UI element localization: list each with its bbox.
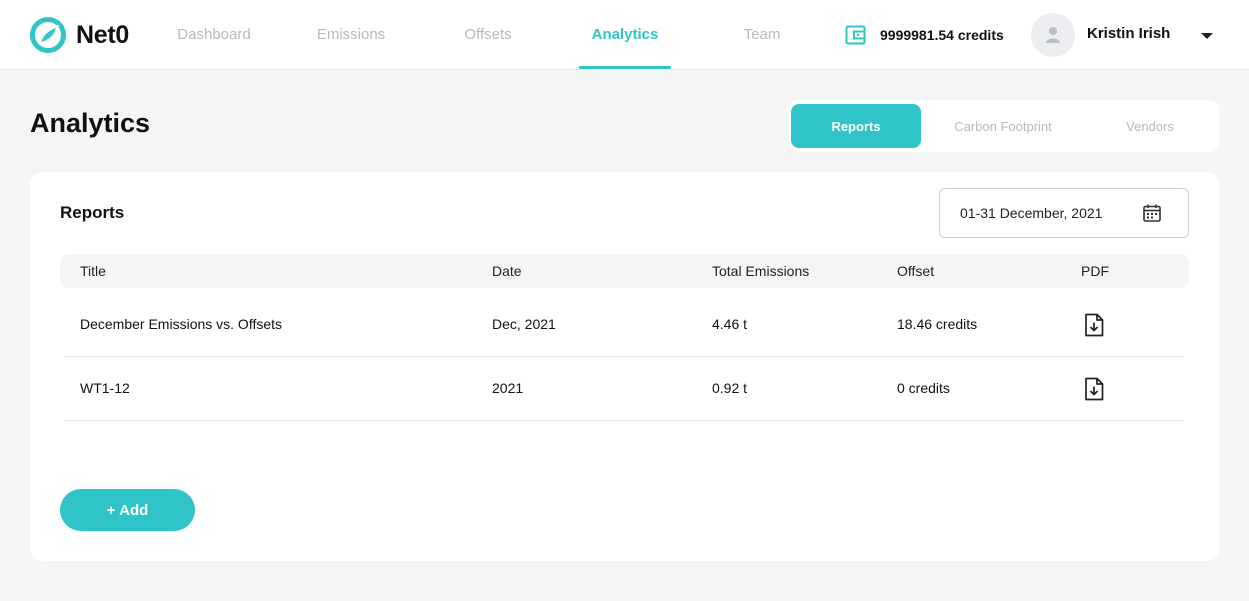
user-name[interactable]: Kristin Irish xyxy=(1087,25,1170,42)
tab-reports[interactable]: Reports xyxy=(791,104,921,148)
brand-name: Net0 xyxy=(76,20,129,49)
analytics-tabs: Reports Carbon Footprint Vendors xyxy=(789,100,1219,152)
avatar[interactable] xyxy=(1031,13,1075,57)
report-offset: 0 credits xyxy=(897,380,950,396)
date-range-value: 01-31 December, 2021 xyxy=(960,205,1103,221)
report-emissions: 0.92 t xyxy=(712,380,748,396)
column-pdf: PDF xyxy=(1081,263,1109,279)
nav-emissions[interactable]: Emissions xyxy=(301,26,401,46)
download-pdf-icon[interactable] xyxy=(1083,313,1105,337)
reports-card: Reports 01-31 December, 2021 Title Date … xyxy=(30,172,1219,561)
download-pdf-icon[interactable] xyxy=(1083,377,1105,401)
top-navigation-bar: Net0 Dashboard Emissions Offsets Analyti… xyxy=(0,0,1249,70)
column-total-emissions[interactable]: Total Emissions xyxy=(712,263,809,279)
report-date: 2021 xyxy=(492,380,524,396)
reports-title: Reports xyxy=(60,203,125,222)
date-range-picker[interactable]: 01-31 December, 2021 xyxy=(939,188,1189,238)
chevron-down-icon[interactable] xyxy=(1201,33,1213,39)
nav-dashboard[interactable]: Dashboard xyxy=(164,26,264,46)
active-nav-indicator xyxy=(579,66,671,69)
report-offset: 18.46 credits xyxy=(897,316,978,332)
net0-logo-icon xyxy=(30,17,66,53)
column-date[interactable]: Date xyxy=(492,263,522,279)
credits-balance[interactable]: 9999981.54 credits xyxy=(845,25,1004,45)
page-title: Analytics xyxy=(30,108,151,138)
add-report-button[interactable]: + Add xyxy=(60,489,195,531)
user-icon xyxy=(1046,27,1060,43)
nav-offsets[interactable]: Offsets xyxy=(438,26,538,46)
report-emissions: 4.46 t xyxy=(712,316,748,332)
column-offset[interactable]: Offset xyxy=(897,263,934,279)
tab-carbon-footprint[interactable]: Carbon Footprint xyxy=(929,104,1077,148)
nav-team[interactable]: Team xyxy=(712,26,812,46)
nav-analytics[interactable]: Analytics xyxy=(575,26,675,46)
column-title[interactable]: Title xyxy=(80,263,106,279)
tab-vendors[interactable]: Vendors xyxy=(1085,104,1215,148)
table-row[interactable]: December Emissions vs. Offsets Dec, 2021… xyxy=(65,293,1184,357)
report-date: Dec, 2021 xyxy=(492,316,556,332)
table-row[interactable]: WT1-12 2021 0.92 t 0 credits xyxy=(65,357,1184,421)
credits-amount: 9999981.54 credits xyxy=(880,27,1004,43)
calendar-icon xyxy=(1143,204,1161,222)
report-title[interactable]: December Emissions vs. Offsets xyxy=(80,316,282,332)
report-title[interactable]: WT1-12 xyxy=(80,380,130,396)
brand-logo[interactable]: Net0 xyxy=(29,16,129,54)
wallet-icon xyxy=(845,25,866,45)
table-header: Title Date Total Emissions Offset PDF xyxy=(60,254,1189,288)
